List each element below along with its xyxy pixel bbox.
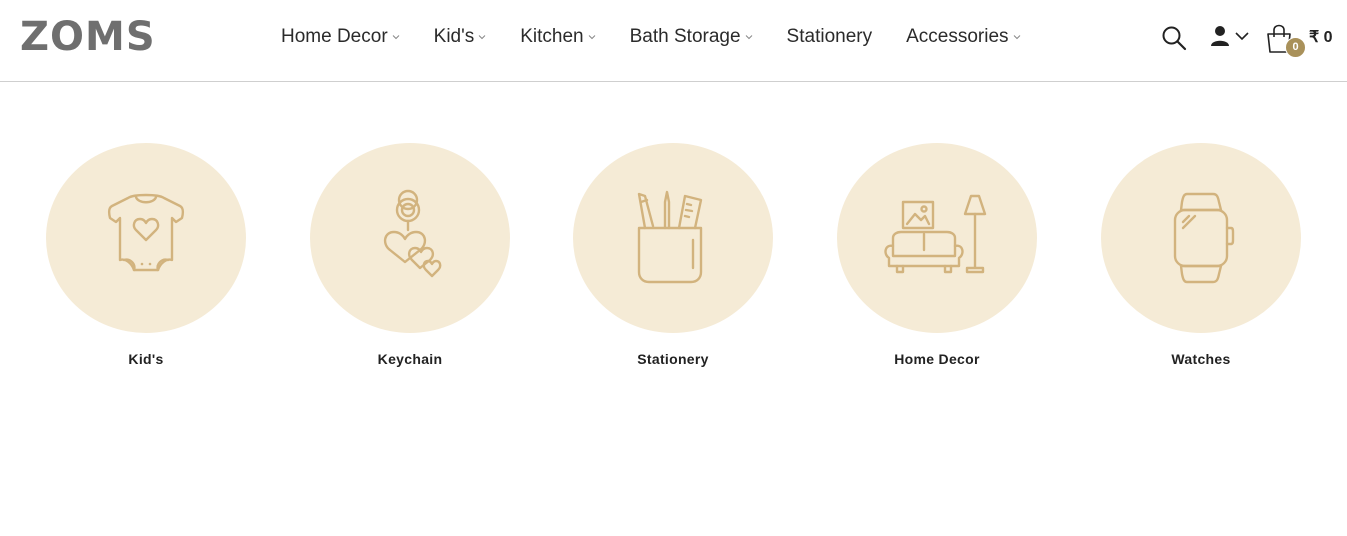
nav-item-label: Accessories	[906, 26, 1009, 47]
category-home-decor[interactable]: Home Decor	[837, 143, 1037, 367]
brand-logo[interactable]: ZOMS	[20, 14, 156, 60]
chevron-down-icon	[392, 35, 400, 40]
category-stationery[interactable]: Stationery	[573, 143, 773, 367]
nav-item-label: Stationery	[786, 26, 873, 47]
onesie-icon	[107, 193, 185, 272]
chevron-down-icon	[1013, 35, 1020, 40]
search-icon[interactable]	[1161, 25, 1187, 51]
category-circle	[1101, 143, 1301, 333]
nav-item-bath-storage[interactable]: Bath Storage	[630, 26, 753, 48]
nav-item-kids[interactable]: Kid's	[434, 26, 487, 48]
nav-item-label: Bath Storage	[629, 26, 741, 47]
category-label: Home Decor	[894, 351, 980, 367]
site-header: ZOMS Home Decor Kid's Kitchen Bath Stora…	[0, 0, 1347, 82]
category-kids[interactable]: Kid's	[46, 143, 246, 367]
nav-item-stationery[interactable]: Stationery	[787, 26, 873, 48]
cart-count-badge: 0	[1285, 37, 1306, 58]
user-icon[interactable]	[1210, 25, 1250, 49]
nav-item-label: Kid's	[433, 26, 475, 47]
category-keychain[interactable]: Keychain	[310, 143, 510, 367]
cart-total[interactable]: ₹ 0	[1309, 27, 1333, 47]
nav-item-accessories[interactable]: Accessories	[906, 26, 1020, 48]
keychain-icon	[383, 189, 442, 278]
main-nav: Home Decor Kid's Kitchen Bath Storage St…	[281, 24, 1021, 50]
category-circle	[837, 143, 1037, 333]
pencil-cup-icon	[637, 190, 703, 284]
category-circle	[310, 143, 510, 333]
category-label: Keychain	[377, 351, 443, 367]
nav-item-label: Home Decor	[281, 26, 388, 47]
chevron-down-icon	[745, 35, 752, 40]
nav-item-label: Kitchen	[520, 26, 584, 47]
watch-icon	[1173, 192, 1235, 284]
category-label: Stationery	[637, 351, 709, 367]
category-label: Watches	[1171, 351, 1231, 367]
category-circle	[573, 143, 773, 333]
chevron-down-icon	[588, 35, 595, 40]
chevron-down-icon	[478, 35, 486, 40]
sofa-lamp-icon	[884, 194, 987, 274]
nav-item-kitchen[interactable]: Kitchen	[520, 26, 595, 48]
nav-item-home-decor[interactable]: Home Decor	[281, 26, 400, 48]
category-watches[interactable]: Watches	[1101, 143, 1301, 367]
category-circle	[46, 143, 246, 333]
category-label: Kid's	[128, 351, 164, 367]
